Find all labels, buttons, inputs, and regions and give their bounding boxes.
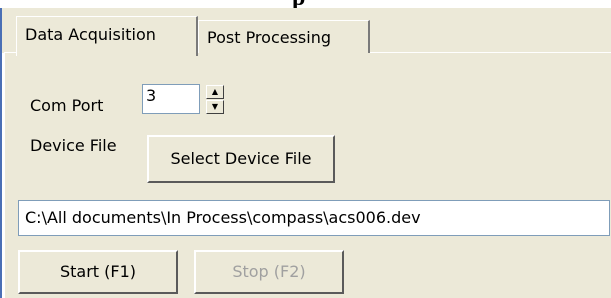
stop-button[interactable]: Stop (F2) (194, 250, 344, 294)
tab-post-processing-label: Post Processing (207, 28, 331, 47)
spin-up-icon[interactable]: ▲ (206, 85, 224, 99)
tab-post-processing[interactable]: Post Processing (198, 20, 370, 53)
device-file-label: Device File (30, 136, 117, 155)
com-port-label: Com Port (30, 96, 104, 115)
start-button[interactable]: Start (F1) (18, 250, 178, 294)
tab-data-acquisition[interactable]: Data Acquisition (16, 16, 198, 56)
com-port-input[interactable]: 3 (142, 84, 200, 114)
select-device-file-button[interactable]: Select Device File (147, 135, 335, 183)
tab-data-acquisition-label: Data Acquisition (25, 25, 156, 44)
device-file-path-field[interactable]: C:\All documents\In Process\compass\acs0… (18, 200, 610, 236)
spin-down-icon[interactable]: ▼ (206, 100, 224, 114)
cropped-heading-fragment: p (0, 0, 611, 8)
cropped-glyph: p (292, 0, 305, 8)
acquisition-window: p Data Acquisition Post Processing Com P… (0, 0, 611, 298)
